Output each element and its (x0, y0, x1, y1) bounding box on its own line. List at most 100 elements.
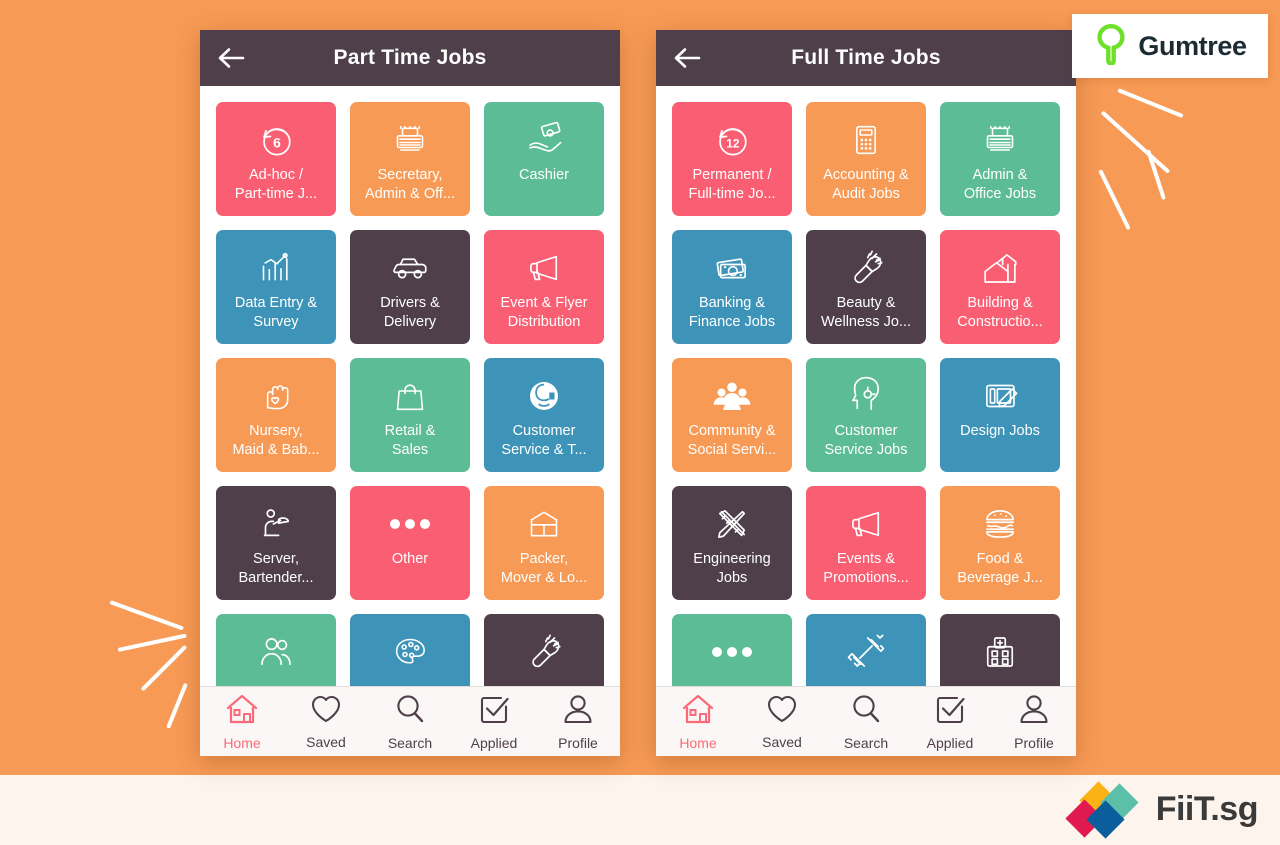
category-tile-grid: 12 Permanent / Full-time Jo... Accounting … (672, 102, 1060, 686)
category-tile-label: Retail & Sales (384, 423, 436, 458)
car-icon (389, 246, 431, 290)
category-tile-label: Cashier (519, 167, 569, 183)
nav-item-home[interactable]: Home (656, 693, 740, 751)
category-tile-label: Design Jobs (960, 423, 1040, 439)
megaphone-icon (845, 502, 887, 546)
category-tile[interactable]: Customer Service Jobs (806, 358, 926, 472)
category-tile[interactable]: Nursery, Maid & Bab... (216, 358, 336, 472)
nav-item-label: Applied (926, 734, 974, 751)
cash-hand-icon (523, 118, 565, 162)
typewriter-icon (390, 118, 430, 162)
category-tile[interactable]: Food & Beverage J... (940, 486, 1060, 600)
paint-palette-icon (390, 630, 430, 674)
decorative-line (109, 600, 184, 631)
gumtree-wordmark: Gumtree (1138, 30, 1247, 61)
nav-item-profile[interactable]: Profile (992, 693, 1076, 751)
graphic-tablet-icon (979, 374, 1021, 418)
gumtree-logo-badge: Gumtree (1072, 14, 1268, 78)
category-tile[interactable]: Event & Flyer Distribution (484, 230, 604, 344)
category-tile[interactable]: Admin & Office Jobs (940, 102, 1060, 216)
megaphone-icon (523, 246, 565, 290)
nav-item-label: Search (843, 734, 889, 751)
nav-item-saved[interactable]: Saved (284, 694, 368, 750)
category-tile[interactable]: Community & Social Servi... (672, 358, 792, 472)
home-icon (681, 693, 715, 730)
category-tile[interactable]: Events & Promotions... (806, 486, 926, 600)
category-tile[interactable]: Beauty & Wellness Jo... (806, 230, 926, 344)
waiter-icon (255, 502, 297, 546)
category-tile-label: Data Entry & Survey (234, 295, 318, 330)
category-tile[interactable] (216, 614, 336, 686)
person-icon (1018, 693, 1050, 730)
nav-item-label: Saved (306, 733, 346, 750)
decorative-line (140, 644, 188, 692)
nav-item-applied[interactable]: Applied (452, 693, 536, 751)
tree-icon (1093, 23, 1129, 70)
category-tile-label: Food & Beverage J... (957, 551, 1043, 586)
category-tile[interactable] (484, 614, 604, 686)
svg-text:6: 6 (273, 135, 281, 150)
category-tile[interactable] (672, 614, 792, 686)
category-tile-label: Server, Bartender... (238, 551, 314, 586)
nav-item-label: Profile (558, 734, 598, 751)
category-tile[interactable]: Banking & Finance Jobs (672, 230, 792, 344)
category-tile[interactable]: Server, Bartender... (216, 486, 336, 600)
category-tile-label: Accounting & Audit Jobs (823, 167, 909, 202)
category-tile-label: Beauty & Wellness Jo... (821, 295, 911, 330)
category-tile[interactable]: Design Jobs (940, 358, 1060, 472)
nav-item-label: Saved (762, 733, 802, 750)
clock-6-icon: 6 (254, 118, 298, 162)
app-header: Full Time Jobs (656, 30, 1076, 86)
category-tile[interactable]: Other (350, 486, 470, 600)
bar-chart-icon (256, 246, 296, 290)
category-tile-label: Events & Promotions... (823, 551, 909, 586)
back-arrow-icon[interactable] (214, 41, 248, 75)
houses-icon (979, 246, 1021, 290)
nav-item-search[interactable]: Search (824, 693, 908, 751)
category-tile-label: Customer Service & T... (501, 423, 587, 458)
category-tile-label: Other (391, 551, 429, 567)
clock-12-icon: 12 (710, 118, 754, 162)
category-tile[interactable]: Packer, Mover & Lo... (484, 486, 604, 600)
search-icon (394, 693, 426, 730)
category-tile[interactable]: Engineering Jobs (672, 486, 792, 600)
ellipsis-icon (709, 630, 755, 674)
category-tile-label: Community & Social Servi... (687, 423, 777, 458)
bottom-navigation-bar: Home Saved Search Applied Profile (200, 686, 620, 756)
category-tile[interactable]: Building & Constructio... (940, 230, 1060, 344)
category-tile-label: Banking & Finance Jobs (688, 295, 776, 330)
home-icon (225, 693, 259, 730)
category-tile[interactable]: Drivers & Delivery (350, 230, 470, 344)
nav-item-home[interactable]: Home (200, 693, 284, 751)
nav-item-profile[interactable]: Profile (536, 693, 620, 751)
category-tile[interactable]: Retail & Sales (350, 358, 470, 472)
category-tile[interactable] (350, 614, 470, 686)
nav-item-saved[interactable]: Saved (740, 694, 824, 750)
nav-item-applied[interactable]: Applied (908, 693, 992, 751)
category-tile-label: Secretary, Admin & Off... (365, 167, 455, 202)
headset-agent-icon (523, 374, 565, 418)
category-tile[interactable]: Data Entry & Survey (216, 230, 336, 344)
app-header: Part Time Jobs (200, 30, 620, 86)
nav-item-label: Applied (470, 734, 518, 751)
bottom-navigation-bar: Home Saved Search Applied Profile (656, 686, 1076, 756)
category-tile-label: Event & Flyer Distribution (500, 295, 588, 330)
category-tile[interactable]: 12 Permanent / Full-time Jo... (672, 102, 792, 216)
category-tile-grid: 6 Ad-hoc / Part-time J... Secretary, Admin… (216, 102, 604, 686)
poster-canvas: Part Time Jobs 6 Ad-hoc / Part-time J... S… (0, 0, 1280, 845)
category-tile[interactable]: Cashier (484, 102, 604, 216)
category-tile[interactable] (940, 614, 1060, 686)
category-tile[interactable] (806, 614, 926, 686)
fiit-wordmark: FiiT.sg (1155, 789, 1259, 828)
nav-item-search[interactable]: Search (368, 693, 452, 751)
category-tile[interactable]: Customer Service & T... (484, 358, 604, 472)
category-tile-label: Admin & Office Jobs (963, 167, 1037, 202)
back-arrow-icon[interactable] (670, 41, 704, 75)
category-tile[interactable]: 6 Ad-hoc / Part-time J... (216, 102, 336, 216)
category-tile[interactable]: Accounting & Audit Jobs (806, 102, 926, 216)
decorative-line (1117, 88, 1184, 119)
category-grid-area: 6 Ad-hoc / Part-time J... Secretary, Admin… (200, 86, 620, 686)
burger-icon (979, 502, 1021, 546)
category-tile[interactable]: Secretary, Admin & Off... (350, 102, 470, 216)
checkbox-icon (934, 693, 966, 730)
